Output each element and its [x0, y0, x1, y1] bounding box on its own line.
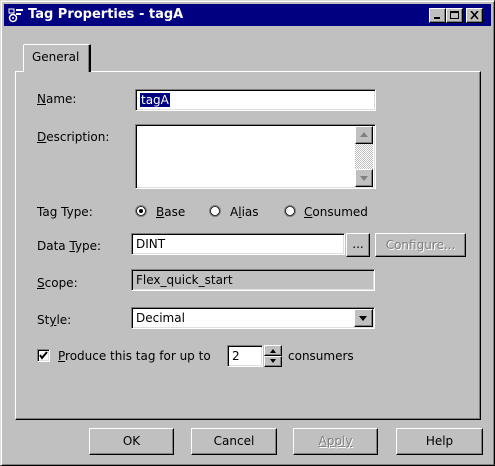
produce-label[interactable]: Produce this tag for up to — [58, 349, 211, 363]
radio-alias[interactable] — [209, 205, 221, 217]
tab-general-label: General — [32, 50, 80, 64]
configure-button-label: Configure... — [385, 238, 456, 252]
name-field[interactable]: tagA — [135, 89, 376, 111]
style-dropdown-button[interactable] — [354, 309, 373, 327]
cancel-button[interactable]: Cancel — [191, 428, 277, 455]
arrow-down-icon — [360, 176, 368, 181]
browse-data-type-button[interactable]: ... — [346, 233, 370, 257]
close-icon — [470, 11, 479, 20]
window-title: Tag Properties - tagA — [28, 7, 184, 22]
minimize-icon — [434, 17, 440, 19]
scope-field: Flex_quick_start — [131, 269, 375, 291]
name-field-value: tagA — [140, 93, 170, 107]
consumers-input[interactable]: 2 — [227, 345, 263, 367]
maximize-icon — [450, 11, 459, 19]
configure-button[interactable]: Configure... — [375, 233, 466, 257]
radio-base[interactable] — [135, 205, 147, 217]
description-label: Description: — [37, 130, 110, 144]
spin-down-icon — [270, 359, 276, 363]
chevron-down-icon — [359, 316, 367, 321]
checkmark-icon — [39, 351, 48, 360]
tag-type-label: Tag Type: — [37, 205, 93, 219]
consumers-value: 2 — [232, 349, 240, 363]
data-type-value: DINT — [136, 237, 166, 251]
data-type-label: Data Type: — [37, 239, 102, 253]
tag-properties-dialog: Tag Properties - tagA General Name: tagA… — [0, 0, 495, 466]
radio-alias-label[interactable]: Alias — [230, 205, 259, 219]
ok-button-label: OK — [122, 434, 141, 448]
style-label: Style: — [37, 313, 72, 327]
title-bar[interactable]: Tag Properties - tagA — [4, 4, 491, 26]
scope-label: Scope: — [37, 276, 78, 290]
help-button[interactable]: Help — [396, 428, 483, 455]
apply-button[interactable]: Apply — [293, 428, 378, 455]
radio-consumed-label[interactable]: Consumed — [304, 205, 368, 219]
scroll-up-button[interactable] — [355, 126, 373, 144]
cancel-button-label: Cancel — [213, 434, 255, 448]
consumers-decrement[interactable] — [264, 356, 282, 367]
scroll-down-button[interactable] — [355, 169, 373, 187]
name-label: Name: — [37, 92, 77, 106]
close-button[interactable] — [466, 8, 483, 23]
style-select[interactable]: Decimal — [131, 307, 375, 329]
description-field[interactable] — [135, 124, 376, 189]
browse-data-type-label: ... — [352, 237, 364, 251]
ok-button[interactable]: OK — [89, 428, 174, 455]
spin-up-icon — [270, 349, 276, 353]
produce-checkbox[interactable] — [37, 349, 50, 362]
minimize-button[interactable] — [429, 8, 446, 23]
help-button-label: Help — [425, 434, 454, 448]
scope-value: Flex_quick_start — [136, 273, 233, 287]
radio-base-label[interactable]: Base — [156, 205, 185, 219]
arrow-up-icon — [360, 132, 368, 137]
data-type-field[interactable]: DINT — [131, 233, 345, 255]
tab-general[interactable]: General — [23, 44, 91, 72]
maximize-button[interactable] — [446, 8, 463, 23]
radio-consumed[interactable] — [284, 205, 296, 217]
consumers-increment[interactable] — [264, 345, 282, 356]
consumers-suffix-label: consumers — [288, 349, 354, 363]
style-select-value: Decimal — [136, 311, 185, 325]
tag-properties-icon — [8, 7, 24, 23]
apply-button-label: Apply — [318, 434, 353, 448]
